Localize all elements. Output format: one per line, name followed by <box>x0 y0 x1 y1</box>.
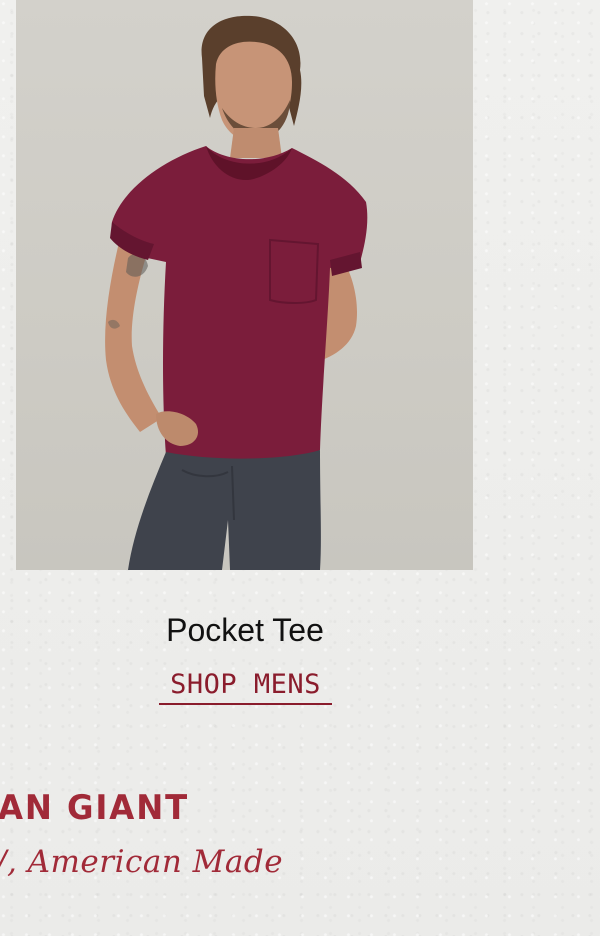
product-title: Pocket Tee <box>166 612 324 648</box>
brand-tagline: /, American Made <box>0 844 284 880</box>
product-image[interactable] <box>16 0 473 570</box>
brand-title: AN GIANT <box>0 788 190 828</box>
shop-mens-link[interactable]: SHOP MENS <box>159 668 332 705</box>
